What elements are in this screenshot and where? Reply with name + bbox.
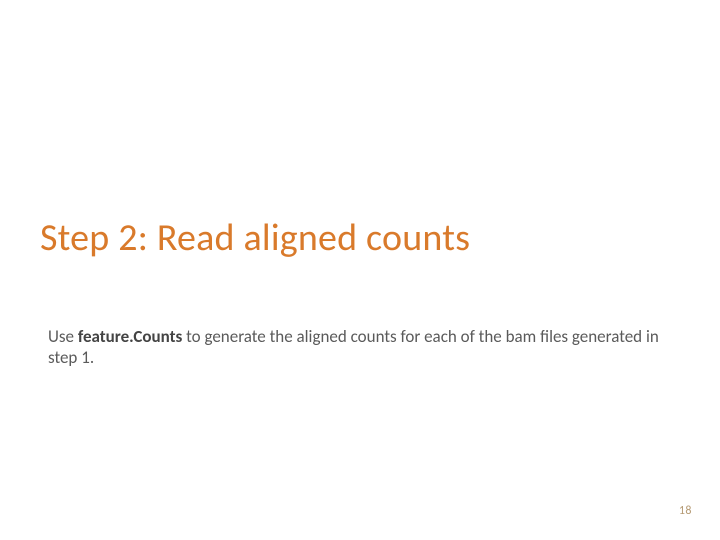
slide-title: Step 2: Read aligned counts [40,218,470,260]
body-text-bold: feature.Counts [78,326,182,347]
page-number: 18 [679,504,692,518]
body-text-pre: Use [48,326,78,347]
slide: Step 2: Read aligned counts Use feature.… [0,0,720,540]
slide-body: Use feature.Counts to generate the align… [48,326,670,369]
